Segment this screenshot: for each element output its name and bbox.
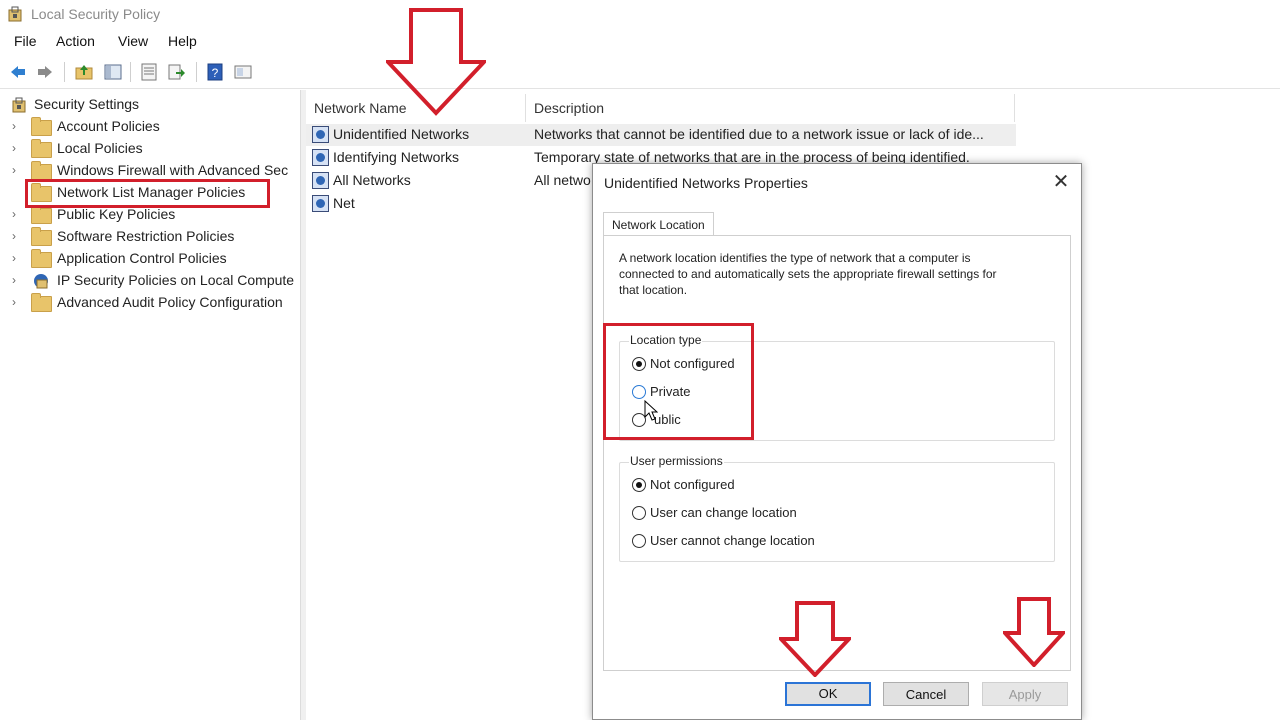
chevron-right-icon[interactable]: › bbox=[12, 251, 22, 265]
tree-item-label: Application Control Policies bbox=[57, 250, 227, 266]
user-permissions-label: User permissions bbox=[629, 454, 724, 468]
network-icon bbox=[312, 195, 329, 212]
tree-root-security-settings[interactable]: Security Settings bbox=[0, 94, 300, 116]
annotation-arrow-down-icon bbox=[386, 8, 486, 116]
tree-root-label: Security Settings bbox=[34, 96, 140, 112]
tree-item-advanced-audit[interactable]: › Advanced Audit Policy Configuration bbox=[0, 292, 300, 314]
chevron-right-icon[interactable]: › bbox=[12, 295, 22, 309]
annotation-arrow-down-icon bbox=[1003, 597, 1065, 667]
row-description: All netwo bbox=[534, 172, 591, 188]
radio-label: User can change location bbox=[650, 505, 797, 520]
row-name: Net bbox=[333, 195, 355, 211]
description-line: that location. bbox=[619, 283, 688, 297]
tree-item-account-policies[interactable]: › Account Policies bbox=[0, 116, 300, 138]
radio-unchecked-icon[interactable] bbox=[632, 534, 646, 548]
properties-icon[interactable] bbox=[140, 63, 158, 81]
chevron-right-icon[interactable]: › bbox=[12, 119, 22, 133]
chevron-right-icon[interactable]: › bbox=[12, 273, 22, 287]
ok-button[interactable]: OK bbox=[785, 682, 871, 706]
radio-checked-icon[interactable] bbox=[632, 478, 646, 492]
annotation-highlight-box bbox=[25, 179, 270, 208]
user-permissions-group: User permissions Not configured User can… bbox=[619, 454, 1055, 562]
security-policy-icon bbox=[12, 97, 26, 113]
network-icon bbox=[312, 149, 329, 166]
column-divider[interactable] bbox=[525, 94, 526, 122]
tree-item-software-restriction[interactable]: › Software Restriction Policies bbox=[0, 226, 300, 248]
up-folder-icon[interactable] bbox=[75, 63, 93, 81]
cancel-button[interactable]: Cancel bbox=[883, 682, 969, 706]
console-view-icon[interactable] bbox=[234, 63, 252, 81]
help-icon[interactable]: ? bbox=[206, 63, 224, 81]
toolbar-separator bbox=[64, 62, 65, 82]
title-bar: Local Security Policy bbox=[0, 0, 1280, 30]
tree-item-label: Windows Firewall with Advanced Sec bbox=[57, 162, 289, 178]
radio-unchecked-icon[interactable] bbox=[632, 506, 646, 520]
svg-text:?: ? bbox=[212, 66, 219, 80]
toolbar-separator bbox=[196, 62, 197, 82]
row-name: Identifying Networks bbox=[333, 149, 460, 165]
folder-lock-icon bbox=[31, 117, 52, 136]
location-description: A network location identifies the type o… bbox=[619, 250, 1059, 298]
row-description: Networks that cannot be identified due t… bbox=[534, 126, 984, 142]
list-row-unidentified-networks[interactable]: Unidentified Networks Networks that cann… bbox=[306, 124, 1016, 146]
show-hide-tree-icon[interactable] bbox=[104, 63, 122, 81]
network-icon bbox=[312, 126, 329, 143]
toolbar: ? bbox=[0, 56, 1280, 89]
folder-icon bbox=[31, 293, 52, 312]
menu-help[interactable]: Help bbox=[168, 33, 197, 49]
menu-file[interactable]: File bbox=[14, 33, 37, 49]
tree-item-ip-security[interactable]: › IP Security Policies on Local Compute bbox=[0, 270, 300, 292]
chevron-right-icon[interactable]: › bbox=[12, 141, 22, 155]
folder-icon bbox=[31, 249, 52, 268]
tree-item-label: Software Restriction Policies bbox=[57, 228, 235, 244]
tree-item-label: IP Security Policies on Local Compute bbox=[57, 272, 295, 288]
description-line: A network location identifies the type o… bbox=[619, 251, 971, 265]
folder-icon bbox=[31, 161, 52, 180]
tree-item-label: Local Policies bbox=[57, 140, 143, 156]
chevron-right-icon[interactable]: › bbox=[12, 163, 22, 177]
ip-security-icon bbox=[34, 274, 48, 289]
menu-bar: File Action View Help bbox=[0, 30, 1280, 54]
column-divider[interactable] bbox=[1014, 94, 1015, 122]
annotation-arrow-down-icon bbox=[779, 601, 851, 677]
radio-label: Not configured bbox=[650, 477, 735, 492]
row-name: All Networks bbox=[333, 172, 411, 188]
tree-item-application-control[interactable]: › Application Control Policies bbox=[0, 248, 300, 270]
folder-icon bbox=[31, 227, 52, 246]
menu-action[interactable]: Action bbox=[56, 33, 95, 49]
close-icon[interactable]: ✕ bbox=[1049, 170, 1073, 194]
dialog-title: Unidentified Networks Properties bbox=[604, 175, 808, 191]
chevron-right-icon[interactable]: › bbox=[12, 207, 22, 221]
menu-view[interactable]: View bbox=[118, 33, 148, 49]
apply-button[interactable]: Apply bbox=[982, 682, 1068, 706]
radio-label: User cannot change location bbox=[650, 533, 815, 548]
network-icon bbox=[312, 172, 329, 189]
tree-item-label: Account Policies bbox=[57, 118, 160, 134]
window-title: Local Security Policy bbox=[31, 6, 161, 22]
tree-item-label: Advanced Audit Policy Configuration bbox=[57, 294, 283, 310]
annotation-highlight-box bbox=[603, 323, 754, 440]
chevron-right-icon[interactable]: › bbox=[12, 229, 22, 243]
folder-lock-icon bbox=[31, 139, 52, 158]
folder-icon bbox=[31, 205, 52, 224]
back-arrow-icon[interactable] bbox=[9, 63, 27, 81]
row-name: Unidentified Networks bbox=[333, 126, 470, 142]
column-header-description[interactable]: Description bbox=[534, 100, 604, 116]
export-list-icon[interactable] bbox=[168, 63, 186, 81]
description-line: connected to and automatically sets the … bbox=[619, 267, 997, 281]
toolbar-separator bbox=[130, 62, 131, 82]
tab-network-location[interactable]: Network Location bbox=[603, 212, 714, 237]
tab-strip: Network Location bbox=[603, 212, 1069, 237]
forward-arrow-icon[interactable] bbox=[36, 63, 54, 81]
security-policy-icon bbox=[8, 6, 22, 22]
tree-item-label: Public Key Policies bbox=[57, 206, 176, 222]
tree-item-local-policies[interactable]: › Local Policies bbox=[0, 138, 300, 160]
